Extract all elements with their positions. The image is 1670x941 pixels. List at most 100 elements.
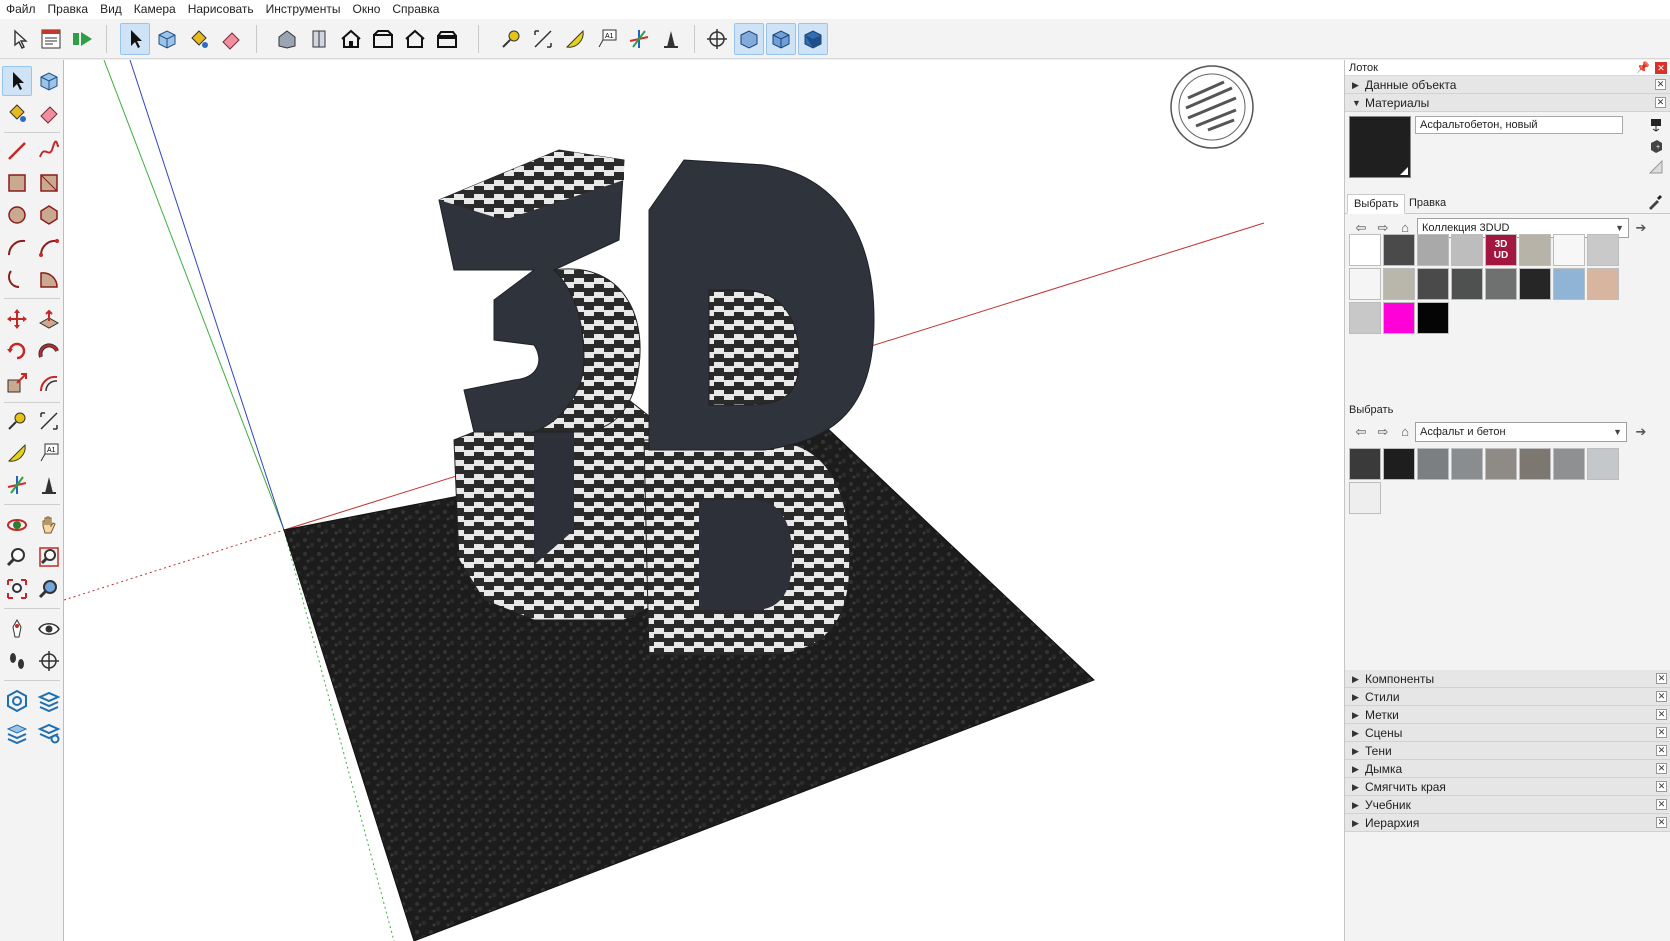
material-swatch[interactable] (1417, 302, 1449, 334)
material-swatch[interactable]: 3D UD (1485, 234, 1517, 266)
display-secondary-icon[interactable] (1648, 117, 1664, 133)
top-view-icon[interactable] (304, 23, 334, 55)
material-swatch[interactable] (1587, 268, 1619, 300)
material-swatch[interactable] (1349, 268, 1381, 300)
material-swatch[interactable] (1349, 448, 1381, 480)
protractor-tool-icon[interactable] (2, 438, 32, 468)
material-swatch[interactable] (1451, 234, 1483, 266)
close-section-icon[interactable]: ✕ (1656, 745, 1667, 756)
axes-icon[interactable] (624, 23, 654, 55)
close-section-icon[interactable]: ✕ (1656, 799, 1667, 810)
select-tool-icon[interactable] (2, 66, 32, 96)
3d-text-icon[interactable] (656, 23, 686, 55)
previous-view-icon[interactable] (34, 574, 64, 604)
material-swatch[interactable] (1417, 234, 1449, 266)
material-name-field[interactable]: Асфальтобетон, новый (1415, 116, 1623, 134)
two-point-arc-icon[interactable] (34, 232, 64, 262)
material-swatch[interactable] (1349, 482, 1381, 514)
push-pull-icon[interactable] (34, 304, 64, 334)
section-plane-icon[interactable] (34, 646, 64, 676)
tape-tool-icon[interactable] (2, 406, 32, 436)
rectangle-tool-icon[interactable] (2, 168, 32, 198)
section-7[interactable]: ▶ Учебник ✕ (1345, 796, 1670, 814)
menu-view[interactable]: Вид (94, 0, 128, 19)
close-section-icon[interactable]: ✕ (1656, 763, 1667, 774)
forward-arrow-icon[interactable]: ⇨ (1375, 424, 1391, 440)
pin-icon[interactable]: 📌 (1636, 60, 1650, 76)
eraser-icon[interactable] (216, 23, 246, 55)
menu-draw[interactable]: Нарисовать (182, 0, 260, 19)
material-swatch[interactable] (1587, 234, 1619, 266)
pie-tool-icon[interactable] (34, 264, 64, 294)
material-swatch[interactable] (1519, 448, 1551, 480)
shaded-style-icon[interactable] (798, 23, 828, 55)
offset-tool-icon[interactable] (34, 368, 64, 398)
secondary-collection-select[interactable]: Асфальт и бетон ▼ (1415, 422, 1627, 442)
iso-view-icon[interactable] (272, 23, 302, 55)
section-0[interactable]: ▶ Компоненты ✕ (1345, 670, 1670, 688)
model-viewport[interactable] (64, 60, 1344, 941)
material-swatch[interactable] (1417, 448, 1449, 480)
material-swatch[interactable] (1383, 234, 1415, 266)
axes-tool-icon[interactable] (2, 470, 32, 500)
paint-bucket-icon[interactable] (184, 23, 214, 55)
three-point-arc-icon[interactable] (2, 264, 32, 294)
circle-tool-icon[interactable] (2, 200, 32, 230)
material-swatch[interactable] (1349, 302, 1381, 334)
dimension-tool-icon[interactable] (34, 406, 64, 436)
arc-tool-icon[interactable] (2, 232, 32, 262)
freehand-tool-icon[interactable] (34, 136, 64, 166)
play-icon[interactable] (68, 23, 98, 55)
rotate-tool-icon[interactable] (2, 336, 32, 366)
menu-file[interactable]: Файл (0, 0, 42, 19)
dimension-icon[interactable] (528, 23, 558, 55)
tape-measure-icon[interactable] (496, 23, 526, 55)
zoom-extents-icon[interactable] (2, 574, 32, 604)
section-6[interactable]: ▶ Смягчить края ✕ (1345, 778, 1670, 796)
material-swatch[interactable] (1451, 268, 1483, 300)
stack-icon[interactable] (2, 718, 32, 748)
xray-style-icon[interactable] (734, 23, 764, 55)
close-section-icon[interactable]: ✕ (1656, 691, 1667, 702)
material-swatch[interactable] (1485, 448, 1517, 480)
eyedropper-icon[interactable] (1646, 193, 1664, 211)
back-view-icon[interactable] (400, 23, 430, 55)
rotated-rectangle-icon[interactable] (34, 168, 64, 198)
material-swatch[interactable] (1383, 448, 1415, 480)
wireframe-style-icon[interactable] (766, 23, 796, 55)
pointer-icon[interactable] (6, 23, 36, 55)
close-section-icon[interactable]: ✕ (1655, 79, 1666, 90)
section-3[interactable]: ▶ Сцены ✕ (1345, 724, 1670, 742)
close-section-icon[interactable]: ✕ (1656, 709, 1667, 720)
material-swatch[interactable] (1519, 234, 1551, 266)
section-5[interactable]: ▶ Дымка ✕ (1345, 760, 1670, 778)
layers-icon[interactable] (34, 686, 64, 716)
section-object-info[interactable]: ▶ Данные объекта ✕ (1345, 76, 1670, 94)
zoom-tool-icon[interactable] (2, 542, 32, 572)
protractor-icon[interactable] (560, 23, 590, 55)
current-material-swatch[interactable] (1349, 116, 1411, 178)
section-materials[interactable]: ▼ Материалы ✕ (1345, 94, 1670, 112)
3d-text-tool-icon[interactable] (34, 470, 64, 500)
scale-tool-icon[interactable] (2, 368, 32, 398)
close-section-icon[interactable]: ✕ (1656, 817, 1667, 828)
section-1[interactable]: ▶ Стили ✕ (1345, 688, 1670, 706)
material-swatch[interactable] (1485, 268, 1517, 300)
move-tool-icon[interactable] (2, 304, 32, 334)
position-camera-icon[interactable] (702, 23, 732, 55)
sandbox-icon[interactable] (2, 686, 32, 716)
create-material-icon[interactable]: + (1648, 138, 1664, 154)
zoom-window-icon[interactable] (34, 542, 64, 572)
material-swatch[interactable] (1451, 448, 1483, 480)
material-swatch[interactable] (1383, 302, 1415, 334)
eraser-tool-icon[interactable] (34, 98, 64, 128)
text-icon[interactable]: A1 (592, 23, 622, 55)
home-icon[interactable]: ⌂ (1397, 424, 1413, 440)
material-swatch[interactable] (1519, 268, 1551, 300)
back-arrow-icon[interactable]: ⇦ (1353, 424, 1369, 440)
layers-settings-icon[interactable] (34, 718, 64, 748)
walk-tool-icon[interactable] (2, 646, 32, 676)
look-around-icon[interactable] (34, 614, 64, 644)
close-section-icon[interactable]: ✕ (1656, 727, 1667, 738)
pan-tool-icon[interactable] (34, 510, 64, 540)
